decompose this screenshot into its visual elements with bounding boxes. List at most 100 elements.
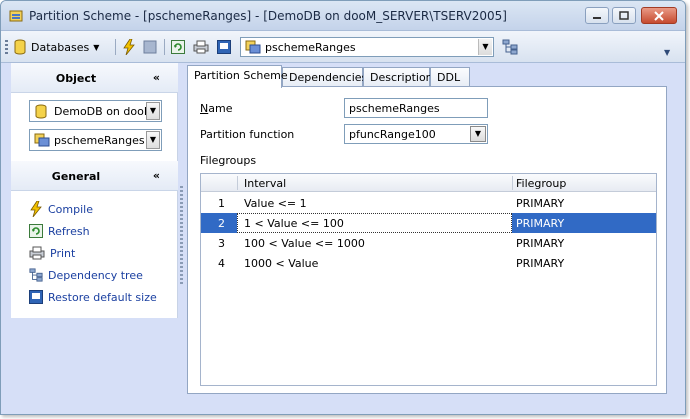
- restore-size-icon: [217, 40, 231, 54]
- tab-ddl-label: DDL: [437, 71, 461, 84]
- main-window: Partition Scheme - [pschemeRanges] - [De…: [0, 0, 686, 415]
- collapse-icon[interactable]: «: [153, 169, 160, 182]
- panel-splitter[interactable]: [180, 186, 183, 286]
- lightning-icon: [30, 201, 42, 217]
- refresh-icon: [29, 224, 43, 238]
- object-selector-value: pschemeRanges: [54, 134, 145, 147]
- refresh-icon: [171, 40, 185, 54]
- chevron-down-icon[interactable]: ▼: [146, 102, 160, 120]
- title-bar[interactable]: Partition Scheme - [pschemeRanges] - [De…: [1, 1, 685, 31]
- database-selector-value: DemoDB on dooM_: [54, 105, 146, 118]
- table-row[interactable]: 3 100 < Value <= 1000 PRIMARY: [201, 233, 656, 253]
- toolbar-separator: [164, 39, 165, 55]
- print-label: Print: [50, 246, 76, 260]
- filegroup-cell[interactable]: PRIMARY: [516, 217, 564, 230]
- partition-scheme-icon: [245, 40, 261, 57]
- object-section-title: Object: [55, 72, 97, 85]
- general-section-header[interactable]: General «: [11, 161, 178, 191]
- tab-partition-scheme[interactable]: Partition Scheme: [187, 65, 288, 88]
- toolbar-grip[interactable]: [5, 40, 8, 54]
- dependency-tree-link[interactable]: Dependency tree: [29, 266, 143, 284]
- table-row[interactable]: 1 Value <= 1 PRIMARY: [201, 193, 656, 213]
- chevron-down-icon[interactable]: ▼: [470, 126, 486, 142]
- refresh-label: Refresh: [48, 224, 90, 238]
- toolbar-options-button[interactable]: ▼: [664, 43, 670, 61]
- filegroup-cell[interactable]: PRIMARY: [516, 237, 564, 250]
- table-row[interactable]: 4 1000 < Value PRIMARY: [201, 253, 656, 273]
- partition-scheme-icon: [34, 133, 50, 150]
- toolbar-separator: [115, 39, 116, 55]
- interval-cell: 1 < Value <= 100: [244, 217, 344, 230]
- row-number: 2: [218, 217, 225, 230]
- row-number: 1: [218, 197, 225, 210]
- chevron-down-icon[interactable]: ▼: [478, 39, 492, 55]
- compile-toolbar-button[interactable]: [122, 38, 136, 56]
- window-title: Partition Scheme - [pschemeRanges] - [De…: [29, 9, 507, 23]
- partition-function-value: pfuncRange100: [349, 128, 436, 141]
- database-icon: [14, 39, 26, 55]
- databases-button[interactable]: Databases ▼: [13, 38, 99, 56]
- tab-dependencies[interactable]: Dependencies: [282, 67, 367, 87]
- object-selector-combo[interactable]: pschemeRanges ▼: [240, 37, 494, 57]
- object-selector-value: pschemeRanges: [265, 41, 356, 54]
- name-label: Name: [200, 102, 233, 115]
- tab-ddl[interactable]: DDL: [430, 67, 470, 87]
- general-section-title: General: [51, 170, 101, 183]
- lightning-icon: [123, 39, 135, 55]
- compile-label: Compile: [48, 202, 93, 216]
- tab-description-label: Description: [370, 71, 433, 84]
- database-disabled-icon: [143, 40, 157, 54]
- refresh-link[interactable]: Refresh: [29, 222, 90, 240]
- restore-size-toolbar-button[interactable]: [217, 38, 231, 56]
- minimize-icon: [593, 16, 601, 19]
- object-selector[interactable]: pschemeRanges ▼: [29, 129, 162, 151]
- close-icon: [654, 10, 664, 21]
- tree-icon: [502, 39, 518, 55]
- column-header-filegroup[interactable]: Filegroup: [516, 177, 566, 190]
- interval-cell[interactable]: 1000 < Value: [244, 257, 318, 270]
- tree-toolbar-button[interactable]: [502, 38, 518, 56]
- tab-partition-scheme-label: Partition Scheme: [194, 69, 288, 82]
- refresh-toolbar-button[interactable]: [171, 38, 185, 56]
- row-number: 4: [218, 257, 225, 270]
- filegroups-label: Filegroups: [200, 154, 257, 167]
- interval-cell[interactable]: 100 < Value <= 1000: [244, 237, 365, 250]
- filegroup-cell[interactable]: PRIMARY: [516, 257, 564, 270]
- close-button[interactable]: [641, 7, 677, 24]
- partition-scheme-icon: [9, 9, 23, 23]
- toolbar: Databases ▼ pschemeRanges ▼ ▼: [1, 31, 685, 63]
- minimize-button[interactable]: [585, 7, 609, 24]
- collapse-icon[interactable]: «: [153, 71, 160, 84]
- printer-icon: [193, 40, 209, 54]
- partition-function-select[interactable]: pfuncRange100 ▼: [344, 124, 488, 144]
- database-selector[interactable]: DemoDB on dooM_ ▼: [29, 100, 162, 122]
- print-link[interactable]: Print: [29, 244, 75, 262]
- object-section-header[interactable]: Object «: [11, 63, 178, 93]
- compile-link[interactable]: Compile: [29, 200, 93, 218]
- database-icon: [35, 104, 47, 122]
- interval-cell[interactable]: Value <= 1: [244, 197, 307, 210]
- databases-label: Databases: [31, 40, 90, 54]
- partition-function-label: Partition function: [200, 128, 295, 141]
- navigation-bar: Object « DemoDB on dooM_ ▼ pschemeRanges…: [11, 63, 178, 318]
- restore-size-icon: [29, 290, 43, 304]
- tab-content-partition-scheme: Name pschemeRanges Partition function pf…: [187, 86, 667, 394]
- name-input[interactable]: pschemeRanges: [344, 98, 488, 118]
- restore-button[interactable]: [612, 7, 636, 24]
- filegroup-cell[interactable]: PRIMARY: [516, 197, 564, 210]
- chevron-down-icon: ▼: [664, 47, 671, 57]
- print-toolbar-button[interactable]: [193, 38, 209, 56]
- chevron-down-icon: ▼: [93, 42, 100, 52]
- chevron-down-icon[interactable]: ▼: [146, 131, 160, 149]
- table-row-selected[interactable]: 2 1 < Value <= 100 PRIMARY: [201, 213, 656, 233]
- restore-default-size-link[interactable]: Restore default size: [29, 288, 157, 306]
- restore-icon: [619, 11, 629, 20]
- restore-default-size-label: Restore default size: [48, 290, 157, 304]
- tab-description[interactable]: Description: [363, 67, 433, 87]
- column-header-interval[interactable]: Interval: [244, 177, 286, 190]
- interval-cell-focused[interactable]: 1 < Value <= 100: [237, 213, 512, 233]
- dependency-tree-label: Dependency tree: [48, 268, 143, 282]
- tab-dependencies-label: Dependencies: [289, 71, 368, 84]
- database-gray-button[interactable]: [143, 38, 157, 56]
- filegroups-grid[interactable]: Interval Filegroup 1 Value <= 1 PRIMARY …: [200, 173, 657, 386]
